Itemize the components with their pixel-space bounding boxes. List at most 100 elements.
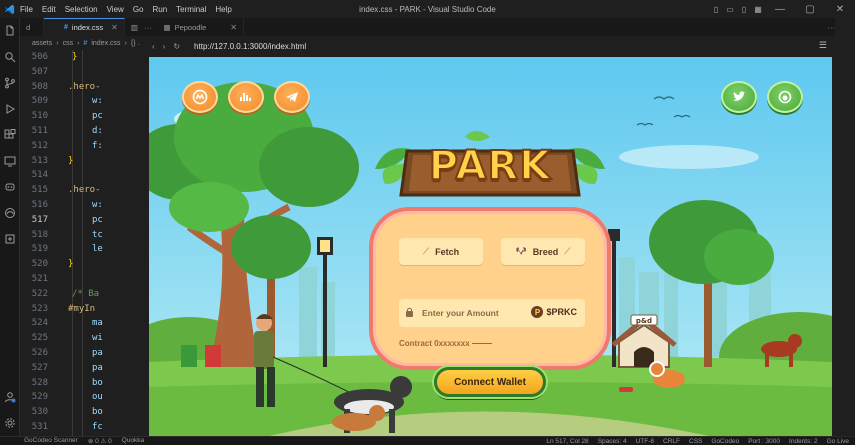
close-window-button[interactable]: ✕ [825, 2, 855, 16]
fetch-button[interactable]: ⟋ Fetch [399, 238, 483, 265]
status-indentation[interactable]: Spaces: 4 [598, 438, 627, 445]
code-line[interactable]: 525 wi [20, 331, 146, 345]
menu-run[interactable]: Run [152, 5, 167, 14]
status-eol[interactable]: CRLF [663, 438, 680, 445]
code-line[interactable]: 531 fc [20, 420, 146, 434]
menu-go[interactable]: Go [133, 5, 144, 14]
breed-button[interactable]: 🐶 Breed ⟋ [501, 238, 585, 265]
toggle-sidebar-icon[interactable]: ▯ [709, 2, 723, 16]
code-line[interactable]: 510 pc [20, 109, 146, 123]
toggle-secondary-sidebar-icon[interactable]: ▯ [737, 2, 751, 16]
amount-input[interactable]: Enter your Amount P $PRKC [399, 299, 585, 327]
split-editor-icon[interactable]: ▥ [131, 23, 138, 32]
source-control-icon[interactable] [3, 76, 17, 90]
code-line[interactable]: 520} [20, 257, 146, 271]
code-line[interactable]: 519 le [20, 242, 146, 256]
status-cursor-position[interactable]: Ln 517, Col 28 [546, 438, 588, 445]
code-line[interactable]: 514 [20, 168, 146, 182]
chevron-right-icon: › [124, 39, 127, 47]
maximize-button[interactable]: ▢ [795, 2, 825, 16]
status-go-live[interactable]: Go Live [827, 438, 849, 445]
settings-gear-icon[interactable] [3, 416, 17, 430]
close-tab-icon[interactable]: ✕ [230, 23, 237, 32]
breadcrumb-assets[interactable]: assets [32, 40, 52, 47]
code-line[interactable]: 516 w: [20, 198, 146, 212]
close-tab-icon[interactable]: ✕ [111, 23, 118, 32]
status-encoding[interactable]: UTF-8 [636, 438, 654, 445]
code-line[interactable]: 507 [20, 65, 146, 79]
testing-icon[interactable] [3, 232, 17, 246]
menu-edit[interactable]: Edit [42, 5, 56, 14]
code-line[interactable]: 526 pa [20, 346, 146, 360]
doghouse-sign-text: p&d [636, 317, 652, 325]
menu-help[interactable]: Help [215, 5, 231, 14]
account-icon[interactable] [3, 390, 17, 404]
minimize-button[interactable]: — [765, 2, 795, 16]
menu-terminal[interactable]: Terminal [176, 5, 206, 14]
code-line[interactable]: 522 /* Ba [20, 287, 146, 301]
customize-layout-icon[interactable]: ▦ [751, 2, 765, 16]
line-number: 510 [31, 111, 48, 122]
address-bar[interactable]: http://127.0.0.1:3000/index.html [194, 42, 306, 51]
code-line[interactable]: 515 .hero- [20, 183, 146, 197]
remote-explorer-icon[interactable] [3, 154, 17, 168]
code-line[interactable]: 509 w: [20, 94, 146, 108]
tab-index-css[interactable]: # index.css ✕ [44, 18, 125, 36]
status-port[interactable]: Port : 3000 [748, 438, 780, 445]
line-number: 522 [31, 288, 48, 299]
copilot-icon[interactable] [3, 180, 17, 194]
code-editor[interactable]: 506} 507 508 .hero- 509 w: 510 pc 511 d: 512 f: 513}… [20, 50, 146, 436]
code-line[interactable]: 513} [20, 154, 146, 168]
code-line[interactable]: 521 [20, 272, 146, 286]
more-actions-icon[interactable]: ··· [144, 23, 152, 32]
breadcrumb-css[interactable]: css [63, 40, 74, 47]
coinmarketcap-button[interactable] [182, 81, 218, 113]
extensions-icon[interactable] [3, 128, 17, 142]
toggle-panel-icon[interactable]: ▭ [723, 2, 737, 16]
breadcrumb-symbol[interactable]: {} . [131, 40, 140, 47]
code-line[interactable]: 518 tc [20, 228, 146, 242]
menu-file[interactable]: File [20, 5, 33, 14]
status-problems[interactable]: ⊗ 0 ⚠ 0 [88, 437, 112, 445]
menu-selection[interactable]: Selection [65, 5, 98, 14]
community-button[interactable] [767, 81, 803, 113]
twitter-button[interactable] [721, 81, 757, 113]
search-icon[interactable] [3, 50, 17, 64]
run-debug-icon[interactable] [3, 102, 17, 116]
edge-devtools-icon[interactable] [3, 206, 17, 220]
status-language[interactable]: CSS [689, 438, 702, 445]
line-number: 525 [31, 333, 48, 344]
forward-arrow-icon[interactable]: › [163, 42, 166, 51]
status-gocodeo[interactable]: GoCodeo [711, 438, 739, 445]
back-arrow-icon[interactable]: ‹ [152, 42, 155, 51]
code-line[interactable]: 527 pa [20, 361, 146, 375]
connect-wallet-button[interactable]: Connect Wallet [434, 367, 546, 397]
menu-view[interactable]: View [107, 5, 124, 14]
dog-logo-icon [778, 90, 792, 104]
code-line[interactable]: 512 f: [20, 139, 146, 153]
code-line[interactable]: 529 ou [20, 390, 146, 404]
breadcrumb-file[interactable]: index.css [91, 40, 120, 47]
code-line[interactable]: 508 .hero- [20, 80, 146, 94]
code-line[interactable]: 528 bo [20, 376, 146, 390]
code-line[interactable]: 506} [20, 50, 146, 64]
status-quokka[interactable]: Quokka [122, 437, 144, 445]
code-line[interactable]: 523 #myIn [20, 302, 146, 316]
telegram-button[interactable] [274, 81, 310, 113]
tab-previous[interactable]: d [20, 18, 44, 36]
hamburger-menu-icon[interactable]: ☰ [819, 40, 827, 51]
code-line[interactable]: 530 bo [20, 405, 146, 419]
status-gocodeo-scanner[interactable]: GoCodeo Scanner [24, 437, 78, 445]
code-line[interactable]: 511 d: [20, 124, 146, 138]
code-line[interactable]: 524 ma [20, 316, 146, 330]
line-number: 521 [31, 274, 48, 284]
explorer-icon[interactable] [3, 24, 17, 38]
tab-preview[interactable]: ▦ Pepoodle ✕ [157, 18, 244, 36]
token-selector[interactable]: P $PRKC [531, 306, 577, 318]
more-actions-icon[interactable]: ··· [828, 23, 836, 32]
activity-bar [0, 18, 20, 436]
code-line[interactable]: 517 pc [20, 213, 146, 227]
dextools-button[interactable] [228, 81, 264, 113]
status-indents[interactable]: Indents: 2 [789, 438, 818, 445]
reload-icon[interactable]: ↻ [173, 42, 180, 51]
